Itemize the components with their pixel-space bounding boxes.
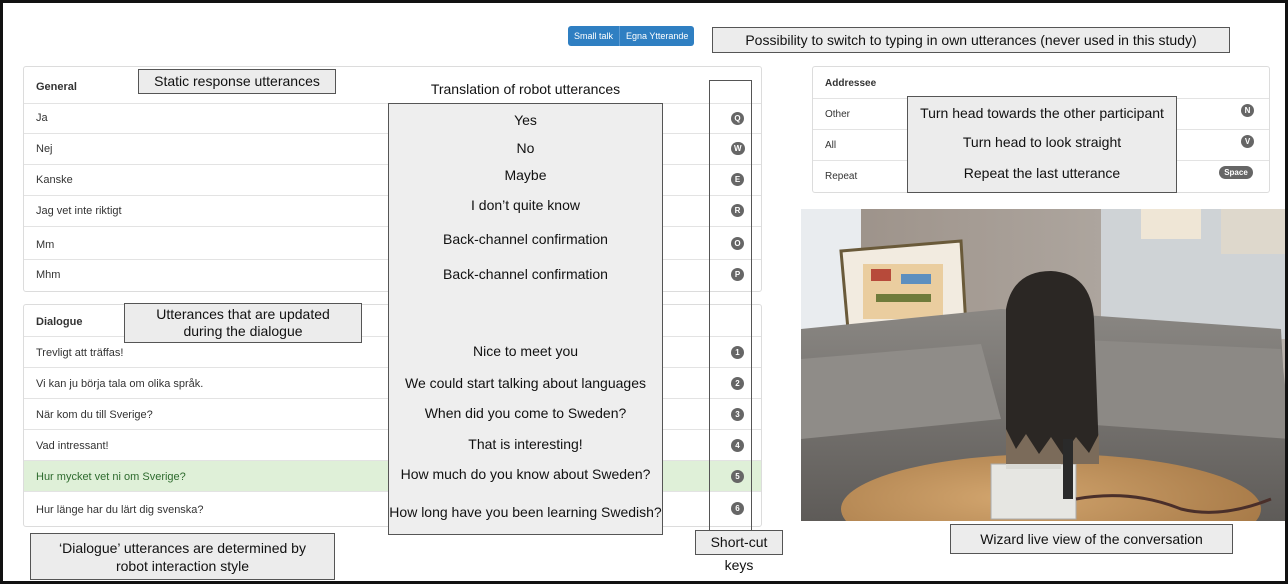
general-row-label: Jag vet inte riktigt [36,205,122,217]
general-row-label: Nej [36,143,53,155]
translation-line: No [516,140,535,156]
shortcut-keys-outline [709,80,752,533]
wizard-live-video [801,209,1285,521]
dialogue-row-label: Trevligt att träffas! [36,347,124,359]
dialogue-row-label: Hur länge har du lärt dig svenska? [36,504,204,516]
shortcut-key-badge: V [1241,135,1254,148]
translation-line: Yes [514,112,537,128]
general-row-label: Ja [36,112,48,124]
mode-toggle-group: Small talk Egna Ytterande [568,26,695,46]
general-row-label: Kanske [36,174,73,186]
addressee-row-label: Other [825,109,851,120]
dialogue-row-label: När kom du till Sverige? [36,409,153,421]
translation-line: When did you come to Sweden? [424,405,627,421]
translation-line: Back-channel confirmation [443,231,608,247]
annotation-translation-title: Translation of robot utterances [430,81,621,97]
shortcut-key-badge: Space [1219,166,1253,179]
dialogue-panel-header: Dialogue [36,316,83,328]
addressee-panel-header: Addressee [825,78,877,89]
wizard-interface-figure: Small talk Egna Ytterande General Ja Nej… [0,0,1288,584]
annotation-dialogue-style: ‘Dialogue’ utterances are determined by … [30,533,335,580]
annotation-updated-utterances: Utterances that are updated during the d… [124,303,362,343]
translation-line: Back-channel confirmation [443,266,608,282]
annotation-switch-typing: Possibility to switch to typing in own u… [712,27,1230,53]
translation-line: Nice to meet you [472,343,579,359]
translation-line: That is interesting! [468,436,583,452]
translation-line: How long have you been learning Swedish? [389,504,662,520]
translation-line: We could start talking about languages [404,375,646,391]
translation-panel: Yes No Maybe I don’t quite know Back-cha… [388,103,663,535]
annotation-static-response: Static response utterances [138,69,336,94]
small-talk-button[interactable]: Small talk [568,26,620,46]
dialogue-row-label: Hur mycket vet ni om Sverige? [36,471,186,483]
own-utterances-button[interactable]: Egna Ytterande [619,26,695,46]
annotation-shortcut-keys: Short-cut keys [695,530,783,573]
addressee-row-label: Repeat [825,171,858,182]
general-row-label: Mhm [36,269,61,281]
dialogue-row-label: Vad intressant! [36,440,109,452]
annotation-addressee-notes: Turn head towards the other participant … [907,96,1177,193]
shortcut-key-badge: N [1241,104,1254,117]
general-panel-header: General [36,81,77,93]
annotation-wizard-view: Wizard live view of the conversation [950,524,1233,554]
video-frame-image [801,209,1285,521]
dialogue-row-label: Vi kan ju börja tala om olika språk. [36,378,204,390]
general-row-label: Mm [36,239,55,251]
translation-line: Maybe [504,167,547,183]
translation-line: I don’t quite know [471,197,580,213]
translation-line: How much do you know about Sweden? [400,466,651,482]
addressee-row-label: All [825,140,837,151]
